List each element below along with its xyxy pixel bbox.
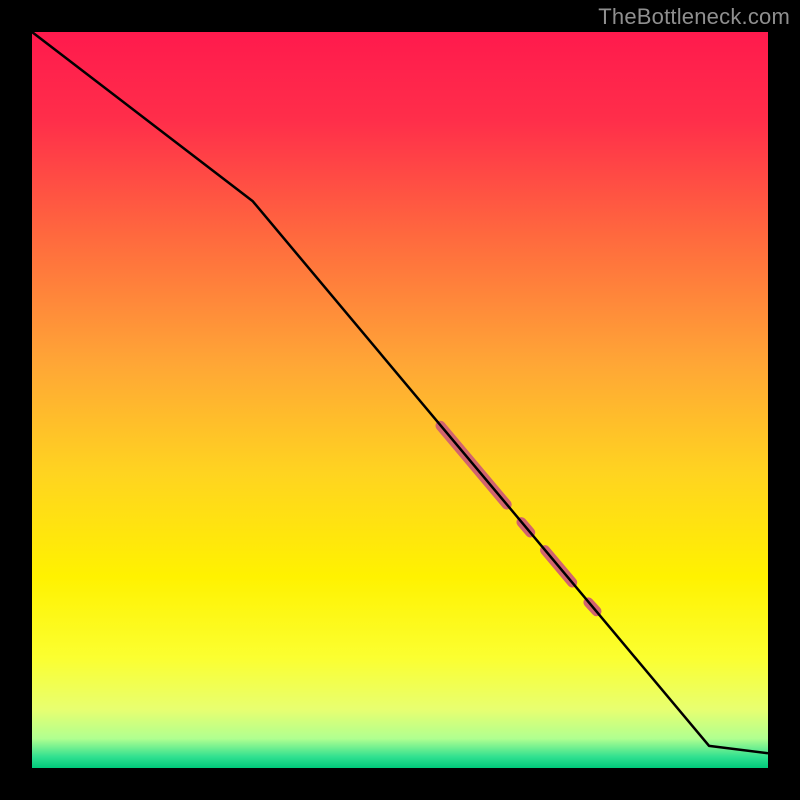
chart-svg <box>0 0 800 800</box>
attribution-text: TheBottleneck.com <box>598 4 790 30</box>
plot-background <box>32 32 768 768</box>
chart-stage: TheBottleneck.com <box>0 0 800 800</box>
